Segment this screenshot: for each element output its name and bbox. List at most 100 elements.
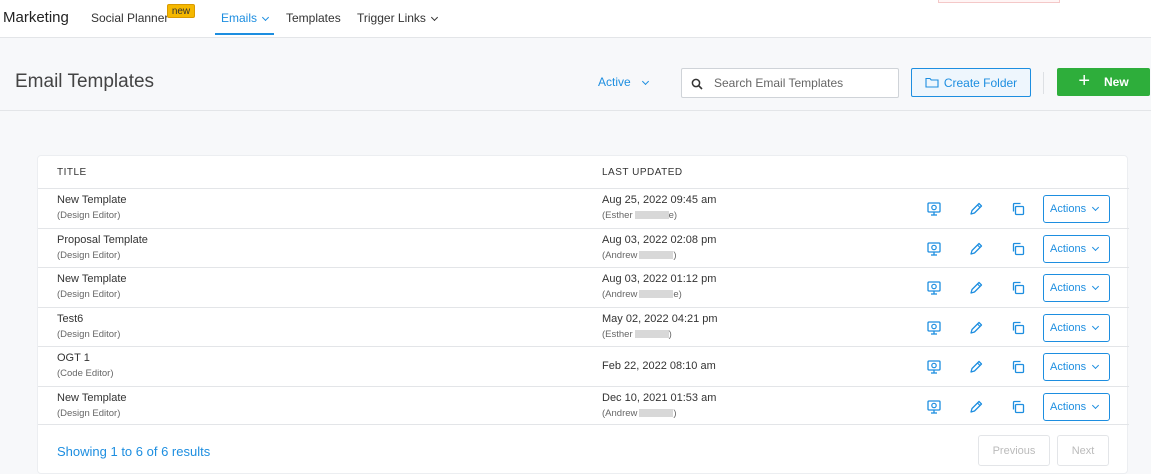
template-title[interactable]: Proposal Template <box>57 234 148 246</box>
editor-type: (Design Editor) <box>57 249 121 261</box>
copy-icon[interactable] <box>1010 280 1026 296</box>
last-updated-date: Dec 10, 2021 01:53 am <box>602 391 717 404</box>
actions-label: Actions <box>1050 242 1087 255</box>
copy-icon[interactable] <box>1010 241 1026 257</box>
redacted-name <box>639 250 674 259</box>
template-title[interactable]: OGT 1 <box>57 352 90 364</box>
preview-icon[interactable] <box>926 280 942 296</box>
nav-social-planner[interactable]: Social Planner <box>91 11 168 25</box>
nav-templates[interactable]: Templates <box>286 11 341 25</box>
chevron-down-icon <box>1091 203 1100 212</box>
preview-icon[interactable] <box>926 399 942 415</box>
actions-label: Actions <box>1050 321 1087 334</box>
author-name-end: ) <box>668 328 672 340</box>
edit-pencil-icon[interactable] <box>968 241 984 257</box>
author-name: (Esther <box>602 328 633 340</box>
author-name-end: ) <box>673 407 677 419</box>
redacted-name <box>634 329 669 338</box>
actions-label: Actions <box>1050 282 1087 294</box>
author-name-end: e) <box>668 210 678 221</box>
nav-trigger-links-label: Trigger Links <box>357 11 426 25</box>
last-updated-date: Feb 22, 2022 08:10 am <box>602 360 716 372</box>
author-name-end: ) <box>673 249 677 261</box>
edit-pencil-icon[interactable] <box>968 399 984 415</box>
chevron-down-icon <box>1091 282 1100 291</box>
actions-dropdown-button[interactable]: Actions <box>1043 234 1110 263</box>
actions-label: Actions <box>1050 400 1087 413</box>
new-template-label: New <box>1104 75 1129 89</box>
table-row[interactable]: OGT 1 (Code Editor) Feb 22, 2022 08:10 a… <box>38 346 1129 385</box>
next-page-button[interactable]: Next <box>1057 435 1109 466</box>
page-title: Email Templates <box>15 71 155 92</box>
editor-type: (Code Editor) <box>57 368 114 379</box>
template-title[interactable]: New Template <box>57 194 127 206</box>
nav-emails[interactable]: Emails <box>221 11 270 25</box>
create-folder-button[interactable]: Create Folder <box>911 68 1031 97</box>
search-box[interactable] <box>681 68 899 98</box>
app-brand: Marketing <box>3 9 69 26</box>
last-updated-author: (Andrew) <box>602 250 677 261</box>
last-updated-author: (Andrew) <box>602 408 677 419</box>
status-filter-label: Active <box>598 75 631 89</box>
actions-dropdown-button[interactable]: Actions <box>1043 195 1110 223</box>
copy-icon[interactable] <box>1010 320 1026 336</box>
chevron-down-icon <box>1091 243 1100 251</box>
preview-icon[interactable] <box>926 201 942 217</box>
actions-dropdown-button[interactable]: Actions <box>1043 392 1110 421</box>
template-title[interactable]: Test6 <box>57 313 83 325</box>
previous-page-button[interactable]: Previous <box>978 435 1050 466</box>
table-footer-divider <box>38 424 1129 425</box>
copy-icon[interactable] <box>1010 399 1026 415</box>
editor-type: (Design Editor) <box>57 210 121 221</box>
actions-dropdown-button[interactable]: Actions <box>1043 353 1110 381</box>
last-updated-author: (Esther) <box>602 329 672 340</box>
last-updated-date: Aug 25, 2022 09:45 am <box>602 194 717 206</box>
editor-type: (Design Editor) <box>57 328 121 340</box>
redacted-name <box>634 211 669 220</box>
edit-pencil-icon[interactable] <box>968 280 984 296</box>
new-template-button[interactable]: + New <box>1057 68 1150 96</box>
chevron-down-icon <box>1091 361 1100 370</box>
create-folder-label: Create Folder <box>943 75 1018 90</box>
search-icon <box>691 78 703 90</box>
table-row[interactable]: Test6 (Design Editor) May 02, 2022 04:21… <box>38 306 1129 346</box>
status-filter-dropdown[interactable]: Active <box>598 75 649 89</box>
actions-label: Actions <box>1050 203 1087 215</box>
preview-icon[interactable] <box>926 241 942 257</box>
table-row[interactable]: New Template (Design Editor) Dec 10, 202… <box>38 385 1129 425</box>
copy-icon[interactable] <box>1010 201 1026 217</box>
table-row[interactable]: New Template (Design Editor) Aug 03, 202… <box>38 267 1129 306</box>
actions-dropdown-button[interactable]: Actions <box>1043 313 1110 342</box>
active-tab-indicator <box>215 33 274 35</box>
author-name-end: e) <box>673 289 682 300</box>
last-updated-date: Aug 03, 2022 02:08 pm <box>602 233 717 246</box>
edit-pencil-icon[interactable] <box>968 359 984 375</box>
notification-banner-edge <box>938 0 1060 3</box>
author-name: (Andrew <box>602 249 638 261</box>
edit-pencil-icon[interactable] <box>968 201 984 217</box>
last-updated-date: Aug 03, 2022 01:12 pm <box>602 273 717 285</box>
author-name: (Esther <box>602 210 633 221</box>
chevron-down-icon <box>261 13 270 22</box>
last-updated-author: (Esther e) <box>602 210 677 221</box>
template-title[interactable]: New Template <box>57 273 127 285</box>
redacted-name <box>639 408 674 417</box>
last-updated-author: (Andrew e) <box>602 289 682 300</box>
redacted-name <box>639 290 674 299</box>
header-divider-line <box>0 110 1151 111</box>
column-header-title: TITLE <box>57 167 87 178</box>
preview-icon[interactable] <box>926 359 942 375</box>
chevron-down-icon <box>1091 322 1100 330</box>
last-updated-date: May 02, 2022 04:21 pm <box>602 312 718 325</box>
search-input[interactable] <box>714 74 894 92</box>
preview-icon[interactable] <box>926 320 942 336</box>
chevron-down-icon <box>1091 401 1100 409</box>
table-row[interactable]: New Template (Design Editor) Aug 25, 202… <box>38 188 1129 227</box>
edit-pencil-icon[interactable] <box>968 320 984 336</box>
template-title[interactable]: New Template <box>57 392 127 404</box>
nav-trigger-links[interactable]: Trigger Links <box>357 11 438 25</box>
copy-icon[interactable] <box>1010 359 1026 375</box>
new-badge: new <box>167 4 195 18</box>
table-row[interactable]: Proposal Template (Design Editor) Aug 03… <box>38 227 1129 267</box>
actions-dropdown-button[interactable]: Actions <box>1043 274 1110 302</box>
